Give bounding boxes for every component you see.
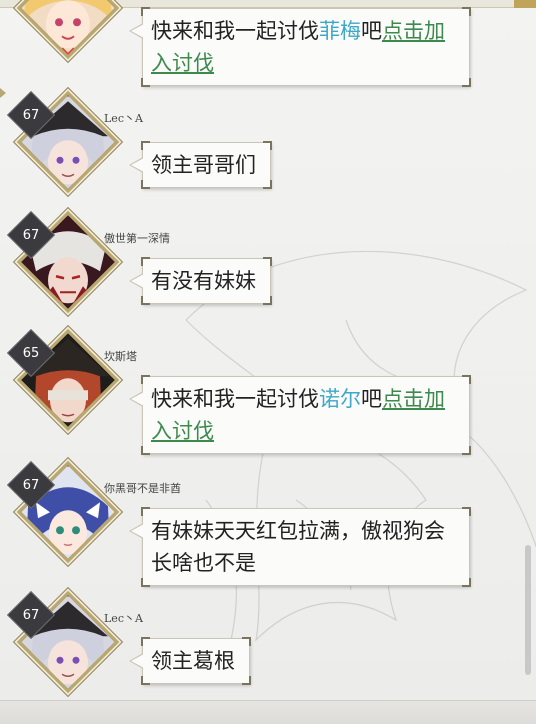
bubble-corner <box>141 676 150 685</box>
avatar[interactable]: 67 <box>6 590 119 693</box>
avatar[interactable]: 67 <box>6 460 119 563</box>
chat-message: 67 你黑哥不是非酋 有妹妹天天红包拉满，傲视狗会长啥也不是 <box>0 460 536 592</box>
bubble-corner <box>462 507 471 516</box>
bubble-corner <box>263 296 272 305</box>
level-number: 67 <box>22 477 40 493</box>
player-name: Lec丶A <box>104 612 143 625</box>
bubble-corner <box>141 578 150 587</box>
chat-bubble: 有妹妹天天红包拉满，傲视狗会长啥也不是 <box>129 507 471 587</box>
chat-message: 67 傲世第一深情 有没有妹妹 <box>0 210 536 322</box>
message-text: 有妹妹天天红包拉满，傲视狗会长啥也不是 <box>151 519 445 575</box>
bubble-corner <box>462 375 471 384</box>
bubble-corner <box>263 257 272 266</box>
bubble-corner <box>263 180 272 189</box>
player-name: 坎斯塔 <box>104 350 137 363</box>
bubble-corner <box>141 296 150 305</box>
bubble-corner <box>462 78 471 87</box>
bubble-corner <box>141 257 150 266</box>
message-text: 快来和我一起讨伐 <box>151 19 319 43</box>
message-text: 吧 <box>361 19 382 43</box>
chat-message: 67 Lec丶A 领主哥哥们 <box>0 90 536 202</box>
bubble-corner <box>263 141 272 150</box>
avatar[interactable] <box>17 0 119 59</box>
chat-message: 67 Lec丶A 领主葛根 <box>0 590 536 702</box>
bubble-corner <box>141 78 150 87</box>
message-text: 快来和我一起讨伐 <box>151 387 319 411</box>
bubble-corner <box>141 375 150 384</box>
message-text: 领主葛根 <box>151 649 235 673</box>
bubble-corner <box>462 578 471 587</box>
boss-name-highlight: 菲梅 <box>319 19 361 43</box>
avatar[interactable]: 65 <box>6 328 119 431</box>
level-number: 67 <box>22 607 40 623</box>
message-text: 领主哥哥们 <box>151 153 256 177</box>
chat-message: 65 坎斯塔 快来和我一起讨伐诺尔吧点击加入讨伐 <box>0 328 536 460</box>
player-name: 你黑哥不是非酋 <box>104 482 181 495</box>
bubble-corner <box>141 637 150 646</box>
chat-bubble: 领主哥哥们 <box>129 141 272 189</box>
bubble-corner <box>141 507 150 516</box>
input-bar-edge <box>0 700 536 724</box>
avatar[interactable]: 67 <box>6 90 119 193</box>
player-name: Lec丶A <box>104 112 143 125</box>
avatar-portrait-blonde-girl <box>18 0 118 59</box>
message-text: 吧 <box>361 387 382 411</box>
bubble-corner <box>462 446 471 455</box>
bubble-corner <box>141 446 150 455</box>
bubble-corner <box>141 180 150 189</box>
chat-bubble: 领主葛根 <box>129 637 251 685</box>
bubble-corner <box>141 7 150 16</box>
avatar[interactable]: 67 <box>6 210 119 313</box>
chat-bubble: 快来和我一起讨伐诺尔吧点击加入讨伐 <box>129 375 471 455</box>
player-name: 傲世第一深情 <box>104 232 170 245</box>
level-number: 65 <box>22 345 40 361</box>
level-number: 67 <box>22 227 40 243</box>
chat-panel[interactable]: 快来和我一起讨伐菲梅吧点击加入讨伐 67 Lec丶A 领主哥哥们 67 傲世第一… <box>0 0 536 724</box>
boss-name-highlight: 诺尔 <box>319 387 361 411</box>
chat-bubble: 有没有妹妹 <box>129 257 272 305</box>
bubble-corner <box>242 676 251 685</box>
avatar-frame <box>17 0 119 59</box>
chat-message: 快来和我一起讨伐菲梅吧点击加入讨伐 <box>0 0 536 88</box>
bubble-corner <box>462 7 471 16</box>
chat-bubble: 快来和我一起讨伐菲梅吧点击加入讨伐 <box>129 7 471 87</box>
message-text: 有没有妹妹 <box>151 269 256 293</box>
bubble-corner <box>141 141 150 150</box>
bubble-corner <box>242 637 251 646</box>
scrollbar-thumb[interactable] <box>525 545 531 675</box>
level-number: 67 <box>22 107 40 123</box>
